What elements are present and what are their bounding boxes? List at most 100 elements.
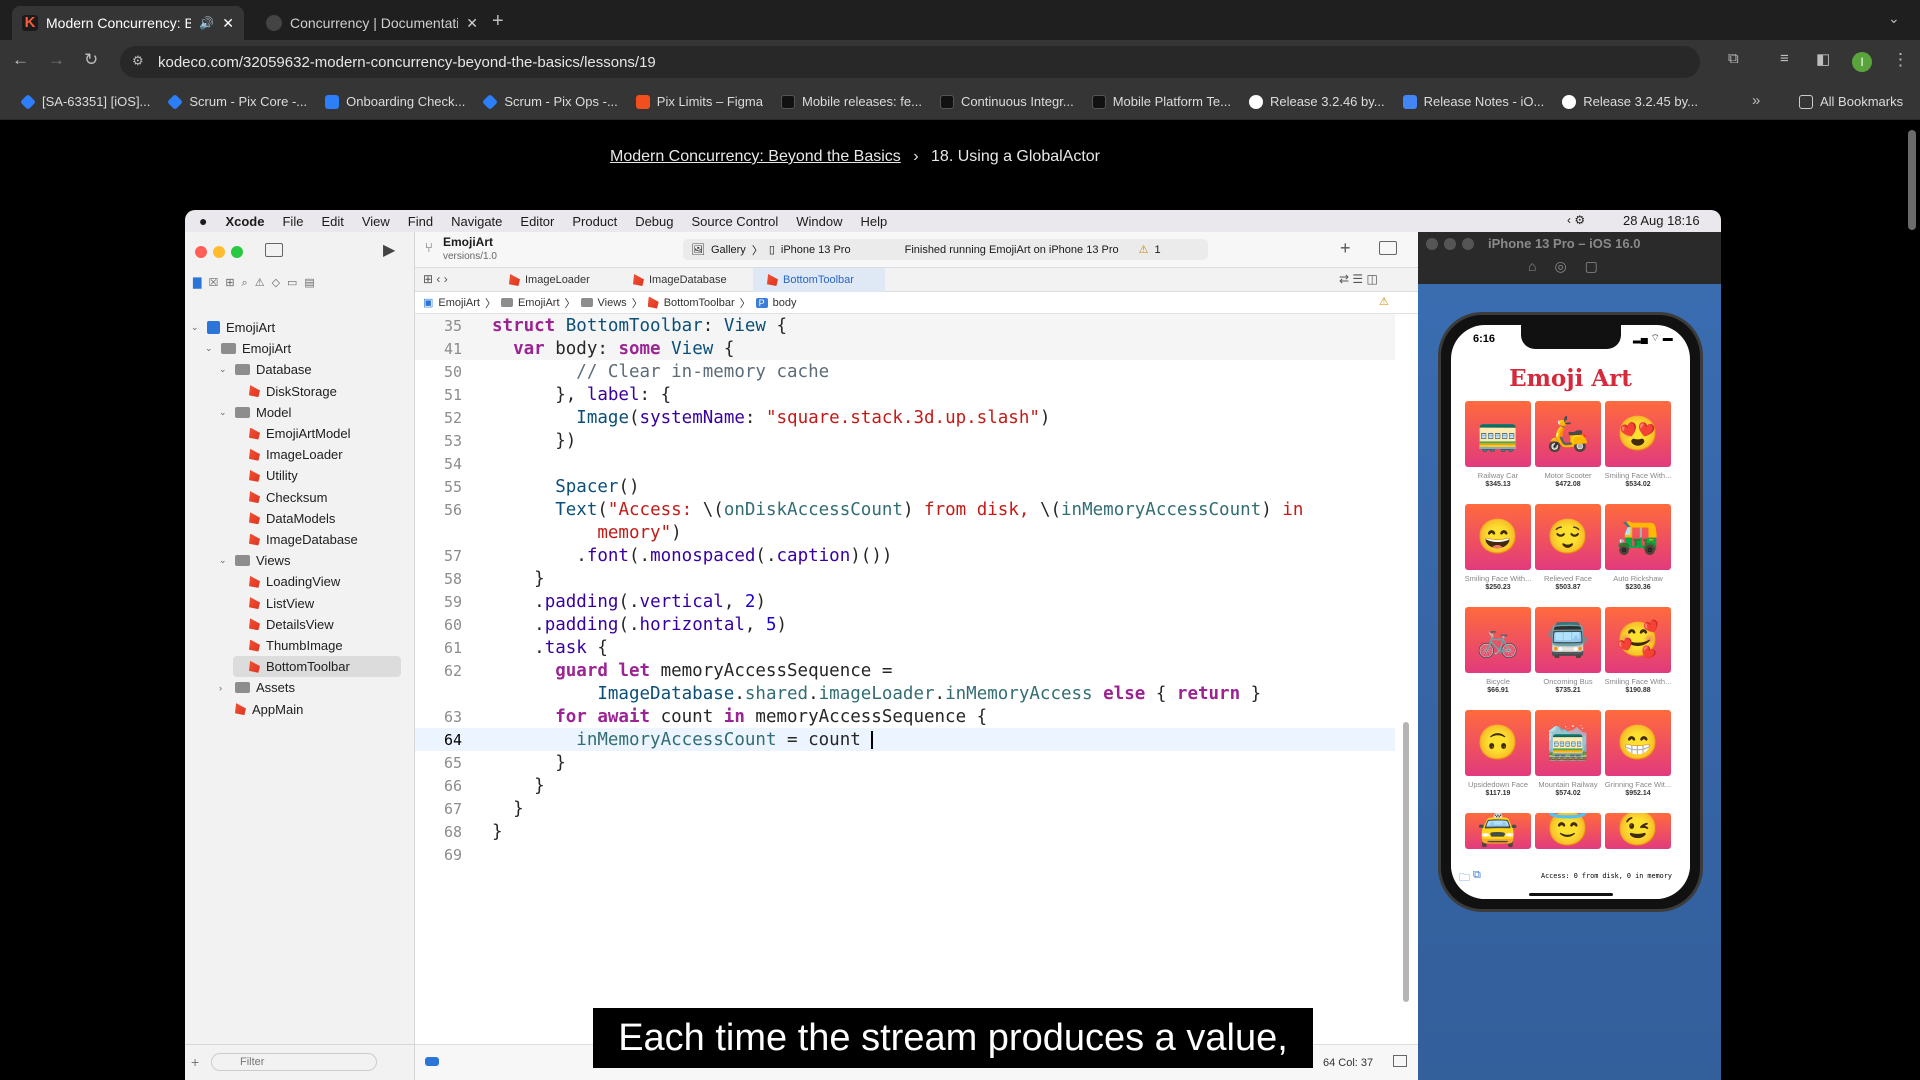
tab-bottomtoolbar: BottomToolbar — [753, 268, 885, 292]
tree-item-label: Database — [256, 362, 312, 378]
tree-item-label: EmojiArtModel — [266, 426, 351, 441]
jira-icon — [20, 93, 36, 110]
filter-field: Filter — [211, 1053, 377, 1071]
lesson-title: 18. Using a GlobalActor — [931, 148, 1101, 165]
code-line: 35 struct BottomToolbar: View { — [415, 314, 1395, 337]
page-scrollbar[interactable] — [1908, 130, 1916, 230]
breadcrumb: Modern Concurrency: Beyond the Basics › … — [0, 148, 1710, 166]
disclosure-chevron-icon[interactable]: ⌄ — [191, 322, 201, 333]
tree-item-appmain[interactable]: AppMain — [219, 699, 401, 720]
tree-item-emojiartmodel[interactable]: EmojiArtModel — [233, 423, 401, 444]
menu-file: File — [282, 213, 304, 229]
tree-item-thumbimage[interactable]: ThumbImage — [233, 635, 401, 656]
browser-tab-strip: K Modern Concurrency: Bey 🔊 ✕ Concurrenc… — [0, 0, 1920, 40]
course-link[interactable]: Modern Concurrency: Beyond the Basics — [610, 148, 901, 165]
tree-item-views[interactable]: ⌄ Views — [219, 550, 401, 571]
tree-item-emojiart[interactable]: ⌄ EmojiArt — [191, 317, 401, 338]
tree-item-database[interactable]: ⌄ Database — [219, 359, 401, 380]
code-line: 41 var body: some View { — [415, 337, 1395, 360]
tree-item-diskstorage[interactable]: DiskStorage — [233, 381, 401, 402]
tree-item-listview[interactable]: ListView — [233, 593, 401, 614]
project-branch: versions/1.0 — [443, 251, 497, 262]
disclosure-chevron-icon[interactable]: ⌄ — [219, 407, 229, 418]
address-bar[interactable]: ⚙ kodeco.com/32059632-modern-concurrency… — [120, 46, 1700, 78]
disclosure-chevron-icon[interactable]: ⌄ — [219, 555, 229, 566]
emoji-name: Smiling Face With... — [1604, 677, 1672, 686]
new-tab-icon[interactable]: + — [492, 10, 504, 33]
forward-icon[interactable]: → — [48, 50, 65, 70]
reload-icon[interactable]: ↻ — [84, 50, 98, 70]
browser-tab-kodeco[interactable]: K Modern Concurrency: Bey 🔊 ✕ — [12, 6, 244, 40]
swift-file-icon — [767, 274, 778, 286]
code-line: 62 guard let memoryAccessSequence = — [415, 659, 1395, 682]
back-icon[interactable]: ← — [12, 50, 29, 70]
library-add-icon: + — [1340, 238, 1351, 258]
tree-item-assets[interactable]: › Assets — [219, 677, 401, 698]
access-count-label: Access: 0 from disk, 0 in memory — [1541, 872, 1672, 880]
more-bookmarks-icon[interactable]: » — [1752, 92, 1760, 109]
close-tab-icon[interactable]: ✕ — [222, 15, 234, 32]
navigator-selector-bar: ▇☒⊞⌕⚠◇▭▤ — [193, 277, 322, 289]
media-icon[interactable]: ≡ — [1780, 50, 1789, 67]
tree-item-datamodels[interactable]: DataModels — [233, 508, 401, 529]
folder-icon — [500, 298, 513, 307]
bookmark-item[interactable]: Release 3.2.45 by... — [1553, 94, 1707, 109]
tree-item-checksum[interactable]: Checksum — [233, 487, 401, 508]
tree-item-bottomtoolbar[interactable]: BottomToolbar — [233, 656, 401, 678]
tree-item-label: Utility — [266, 468, 298, 484]
code-text: struct BottomToolbar: View { — [492, 315, 788, 336]
tree-item-label: Assets — [256, 680, 296, 696]
jira-icon — [482, 93, 499, 110]
bookmark-item[interactable]: Onboarding Check... — [316, 94, 474, 109]
speaker-icon[interactable]: 🔊 — [199, 16, 214, 30]
run-icon: ▶ — [383, 242, 396, 259]
tree-item-label: ThumbImage — [266, 638, 343, 653]
grid-icon: ⊞ ‹ › — [423, 272, 448, 286]
tree-item-loadingview[interactable]: LoadingView — [233, 571, 401, 592]
tree-item-label: DiskStorage — [266, 383, 337, 399]
bookmark-item[interactable]: Scrum - Pix Ops -... — [474, 93, 626, 110]
close-tab-icon[interactable]: ✕ — [466, 15, 478, 32]
code-line: 53 }) — [415, 429, 1395, 452]
notch — [1521, 325, 1621, 349]
disclosure-chevron-icon[interactable]: ⌄ — [205, 343, 215, 354]
jump-bar: ▣ EmojiArt 〉 EmojiArt 〉 Views 〉 BottomToolba… — [415, 292, 1418, 314]
bookmark-item[interactable]: Mobile releases: fe... — [772, 94, 931, 109]
project-icon: ▣ — [423, 297, 434, 309]
all-bookmarks-folder[interactable]: All Bookmarks — [1790, 94, 1912, 109]
tree-item-utility[interactable]: Utility — [233, 465, 401, 486]
tree-item-detailsview[interactable]: DetailsView — [233, 614, 401, 635]
emoji-price: $117.19 — [1485, 790, 1511, 797]
bookmark-item[interactable]: Mobile Platform Te... — [1083, 94, 1240, 109]
disclosure-chevron-icon[interactable]: ⌄ — [219, 364, 229, 375]
site-info-icon[interactable]: ⚙ — [132, 53, 144, 69]
side-panel-icon[interactable]: ◧ — [1816, 50, 1830, 68]
activity-view: 🖼 Gallery 〉 ▯ iPhone 13 Pro Finished runn… — [683, 239, 1208, 260]
bookmark-item[interactable]: Continuous Integr... — [931, 94, 1083, 109]
bookmark-item[interactable]: Pix Limits – Figma — [627, 94, 772, 109]
menu-dots-icon[interactable]: ⋮ — [1892, 50, 1909, 70]
menu-product: Product — [572, 213, 618, 229]
video-frame[interactable]: ● Xcode File Edit View Find Navigate Edi… — [185, 210, 1721, 1080]
tree-item-label: DataModels — [266, 510, 336, 526]
tree-item-imageloader[interactable]: ImageLoader — [233, 444, 401, 465]
tree-item-model[interactable]: ⌄ Model — [219, 402, 401, 423]
code-text: } — [492, 798, 524, 819]
bookmark-item[interactable]: Release Notes - iO... — [1394, 94, 1554, 109]
extensions-icon[interactable]: ⧉ — [1728, 50, 1739, 67]
text-cursor — [871, 730, 874, 749]
tree-item-emojiart[interactable]: ⌄ EmojiArt — [205, 338, 401, 359]
bookmark-item[interactable]: [SA-63351] [iOS]... — [12, 93, 159, 110]
tab-search-icon[interactable]: ⌄ — [1888, 10, 1900, 27]
kodeco-logo-icon: K — [22, 15, 38, 31]
browser-tab-docs[interactable]: Concurrency | Documentation ✕ — [256, 6, 488, 40]
code-line: 54 — [415, 452, 1395, 475]
tree-item-imagedatabase[interactable]: ImageDatabase — [233, 529, 401, 550]
apple-icon: ● — [199, 213, 208, 229]
code-line: 60 .padding(.horizontal, 5) — [415, 613, 1395, 636]
swift-file-icon — [249, 618, 260, 631]
disclosure-chevron-icon[interactable]: › — [219, 683, 229, 693]
bookmark-item[interactable]: Scrum - Pix Core -... — [159, 93, 316, 110]
bookmark-item[interactable]: Release 3.2.46 by... — [1240, 94, 1394, 109]
profile-avatar[interactable]: I — [1852, 52, 1872, 72]
